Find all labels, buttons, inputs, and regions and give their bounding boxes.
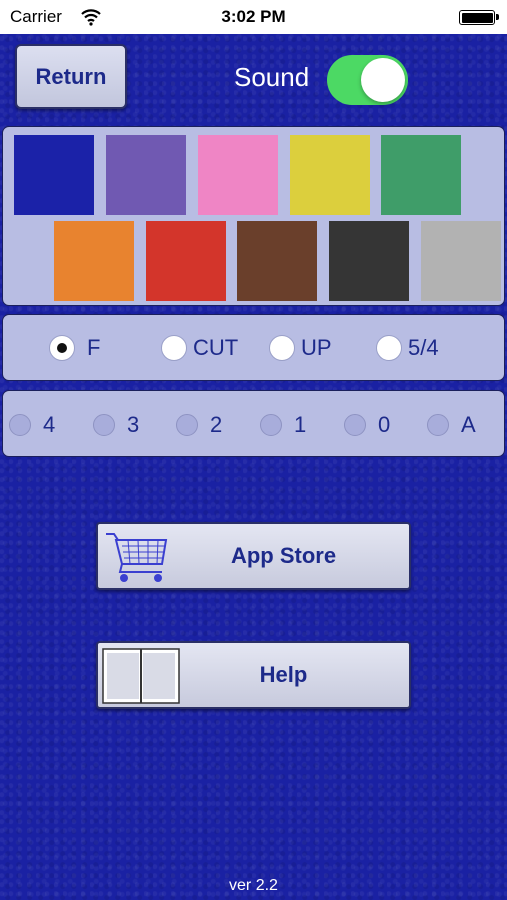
color-swatch[interactable]	[421, 221, 501, 301]
radio-option-1[interactable]: 1	[260, 412, 306, 438]
color-palette	[2, 126, 505, 306]
radio-button[interactable]	[260, 414, 282, 436]
radio-option-2[interactable]: 2	[176, 412, 222, 438]
color-swatch[interactable]	[237, 221, 317, 301]
sound-toggle[interactable]	[327, 55, 408, 105]
clock: 3:02 PM	[221, 7, 286, 26]
color-swatch[interactable]	[290, 135, 370, 215]
radio-option-a[interactable]: A	[427, 412, 476, 438]
radio-option-0[interactable]: 0	[344, 412, 390, 438]
return-button[interactable]: Return	[15, 44, 127, 109]
radio-option-up[interactable]: UP	[269, 335, 332, 361]
radio-label: CUT	[193, 335, 239, 360]
mode-radio-group: F CUT UP 5/4	[2, 314, 505, 381]
radio-button[interactable]	[49, 335, 75, 361]
app-store-label: App Store	[230, 543, 337, 568]
color-swatch[interactable]	[14, 135, 94, 215]
radio-label: 1	[294, 412, 307, 437]
radio-option-5-4[interactable]: 5/4	[376, 335, 439, 361]
help-label: Help	[259, 662, 308, 687]
radio-button[interactable]	[93, 414, 115, 436]
radio-option-4[interactable]: 4	[9, 412, 55, 438]
color-swatch[interactable]	[54, 221, 134, 301]
radio-button[interactable]	[344, 414, 366, 436]
battery-icon	[459, 10, 499, 25]
app-store-button[interactable]: App Store	[96, 522, 411, 590]
radio-label: F	[87, 335, 101, 360]
sound-label: Sound	[234, 62, 310, 92]
radio-label: UP	[301, 335, 332, 360]
radio-label: 2	[210, 412, 223, 437]
color-swatch[interactable]	[146, 221, 226, 301]
radio-label: 5/4	[408, 335, 439, 360]
radio-button[interactable]	[427, 414, 449, 436]
radio-option-3[interactable]: 3	[93, 412, 139, 438]
help-button[interactable]: Help	[96, 641, 411, 709]
radio-label: A	[461, 412, 476, 437]
level-radio-group: 4 3 2 1 0 A	[2, 390, 505, 457]
radio-button[interactable]	[376, 335, 402, 361]
status-bar: Carrier 3:02 PM	[0, 0, 507, 34]
color-swatch[interactable]	[106, 135, 186, 215]
radio-option-cut[interactable]: CUT	[161, 335, 238, 361]
radio-button[interactable]	[176, 414, 198, 436]
radio-label: 4	[43, 412, 56, 437]
radio-option-f[interactable]: F	[49, 335, 100, 361]
radio-button[interactable]	[9, 414, 31, 436]
color-swatch[interactable]	[329, 221, 409, 301]
radio-button[interactable]	[269, 335, 295, 361]
color-swatch[interactable]	[381, 135, 461, 215]
toggle-knob	[361, 58, 405, 102]
version-label: ver 2.2	[229, 877, 278, 894]
radio-label: 3	[127, 412, 140, 437]
color-swatch[interactable]	[198, 135, 278, 215]
radio-label: 0	[378, 412, 391, 437]
radio-button[interactable]	[161, 335, 187, 361]
